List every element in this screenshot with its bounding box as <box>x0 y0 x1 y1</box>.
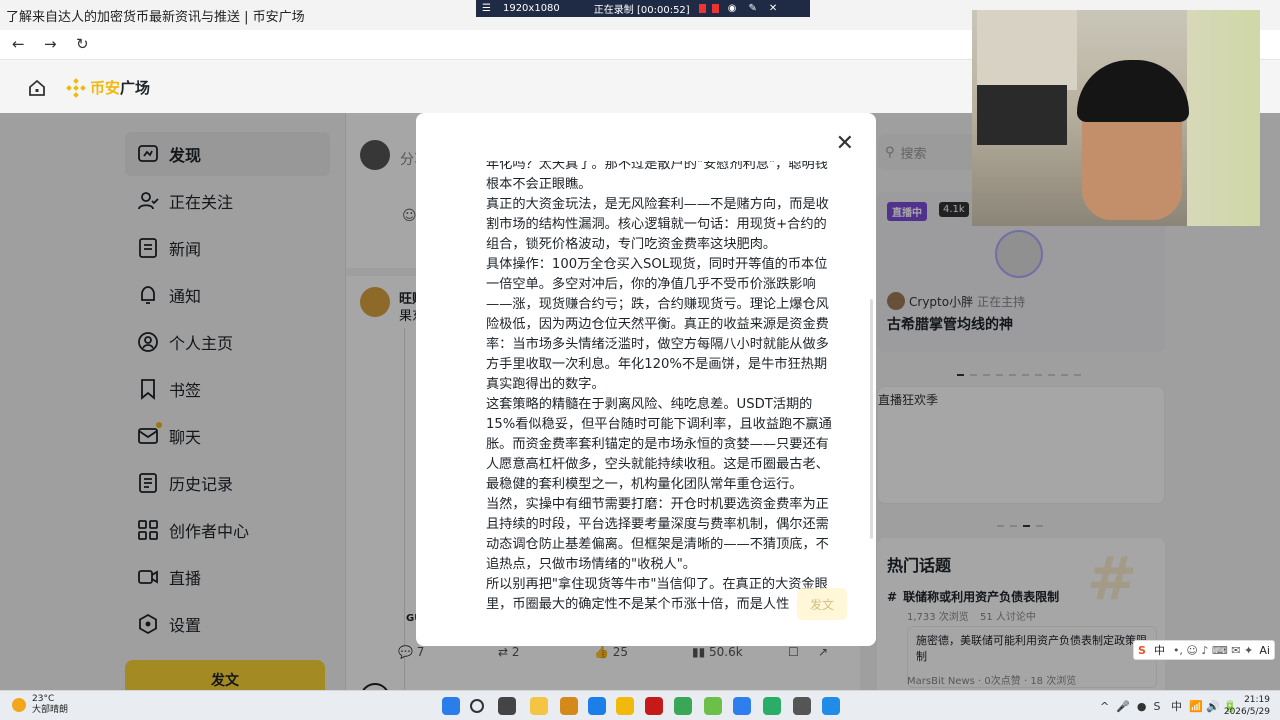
file-explorer-icon[interactable] <box>530 697 548 715</box>
article-paragraph: 这套策略的精髓在于剥离风险、纯吃息差。USDT活期的15%看似稳妥，但平台随时可… <box>486 397 832 492</box>
article-paragraph: 当然，实操中有细节需要打磨：开仓时机要选资金费率为正且持续的时段，平台选择要考量… <box>486 497 829 572</box>
system-tray[interactable]: ^ 🎤 ● S 中 📶 🔊 🔋 <box>1100 698 1237 714</box>
close-icon[interactable]: ✕ <box>836 133 854 155</box>
brand-logo[interactable]: 币安 广场 <box>66 77 150 98</box>
back-button[interactable]: ← <box>12 35 25 53</box>
edge-icon[interactable] <box>822 697 840 715</box>
brand-name-part2: 广场 <box>120 79 151 97</box>
search-app-icon[interactable] <box>560 697 578 715</box>
recorder-resolution[interactable]: 1920x1080 <box>503 3 560 14</box>
recorder-stop-icon[interactable] <box>711 4 719 13</box>
background-bamboo <box>1187 10 1260 226</box>
clock-time: 21:19 <box>1244 695 1270 705</box>
background-painting <box>977 10 1077 90</box>
webcam-overlay <box>972 10 1260 226</box>
article-body: 年化吗？太天真了。那不过是散户的"安慰剂利息"，聪明钱根本不会正眼瞧。 真正的大… <box>486 161 838 646</box>
ime-toolbar[interactable]: S 中 •, ☺ ♪ ⌨ ✉ ✦ Ai <box>1133 640 1275 660</box>
reload-button[interactable]: ↻ <box>76 35 89 53</box>
browser-tab-title: 了解来自达人的加密货币最新资讯与推送 | 币安广场 <box>6 10 305 25</box>
brand-name-part1: 币安 <box>90 79 121 97</box>
article-modal: ✕ 年化吗？太天真了。那不过是散户的"安慰剂利息"，聪明钱根本不会正眼瞧。 真正… <box>416 113 876 646</box>
article-paragraph: 年化吗？太天真了。那不过是散户的"安慰剂利息"，聪明钱根本不会正眼瞧。 <box>486 161 828 192</box>
weather-temp: 23°C <box>32 694 55 704</box>
search-icon[interactable] <box>470 699 484 713</box>
sogou-icon[interactable]: S <box>1138 644 1146 657</box>
record-app-icon[interactable] <box>645 697 663 715</box>
system-clock[interactable]: 21:19 2026/5/29 <box>1224 694 1270 718</box>
article-paragraph: 具体操作：100万全仓买入SOL现货，同时开等值的币本位一倍空单。多空对冲后，你… <box>486 257 829 392</box>
binance-logo-icon <box>66 77 86 98</box>
recorder-status: 正在录制 [00:00:52] <box>593 5 690 16</box>
screen-recorder-bar: ☰ 1920x1080 正在录制 [00:00:52] ◉ ✎ ✕ <box>476 0 810 17</box>
app-icon[interactable] <box>733 697 751 715</box>
home-icon[interactable] <box>28 79 46 97</box>
binance-app-icon[interactable] <box>616 697 634 715</box>
notes-icon[interactable] <box>793 697 811 715</box>
recorder-pause-icon[interactable] <box>698 4 706 13</box>
floating-post-button[interactable]: 发文 <box>797 588 847 620</box>
recorder-menu-icon[interactable]: ☰ <box>482 3 491 14</box>
task-view-icon[interactable] <box>498 697 516 715</box>
sun-icon <box>12 698 26 712</box>
article-paragraph: 真正的大资金玩法，是无风险套利——不是赌方向，而是收割市场的结构性漏洞。核心逻辑… <box>486 197 829 252</box>
start-icon[interactable] <box>442 697 460 715</box>
ime-ai-button[interactable]: Ai <box>1259 644 1270 657</box>
app-icon[interactable] <box>704 697 722 715</box>
clock-date: 2026/5/29 <box>1223 707 1270 717</box>
ime-tools-icons[interactable]: •, ☺ ♪ ⌨ ✉ ✦ <box>1173 644 1253 657</box>
ime-language[interactable]: 中 <box>1154 642 1165 658</box>
weather-widget[interactable]: 23°C 大部晴朗 <box>12 694 68 716</box>
app-icon[interactable] <box>588 697 606 715</box>
recorder-camera-icon[interactable]: ◉ <box>728 3 737 14</box>
scrollbar[interactable] <box>870 299 873 539</box>
wechat-icon[interactable] <box>763 697 781 715</box>
background-tv <box>977 85 1067 145</box>
recorder-pen-icon[interactable]: ✎ <box>748 3 756 14</box>
presenter-hair <box>1077 60 1189 122</box>
article-paragraph: 所以别再把"拿住现货等牛市"当信仰了。在真正的大资金眼里，币圈最大的确定性不是某… <box>486 577 828 612</box>
chrome-icon[interactable] <box>674 697 692 715</box>
recorder-close-icon[interactable]: ✕ <box>769 3 777 14</box>
forward-button[interactable]: → <box>44 35 57 53</box>
weather-desc: 大部晴朗 <box>32 705 69 715</box>
taskbar: 23°C 大部晴朗 ^ 🎤 ● S 中 📶 🔊 🔋 21:19 2026/5/2… <box>0 690 1280 720</box>
